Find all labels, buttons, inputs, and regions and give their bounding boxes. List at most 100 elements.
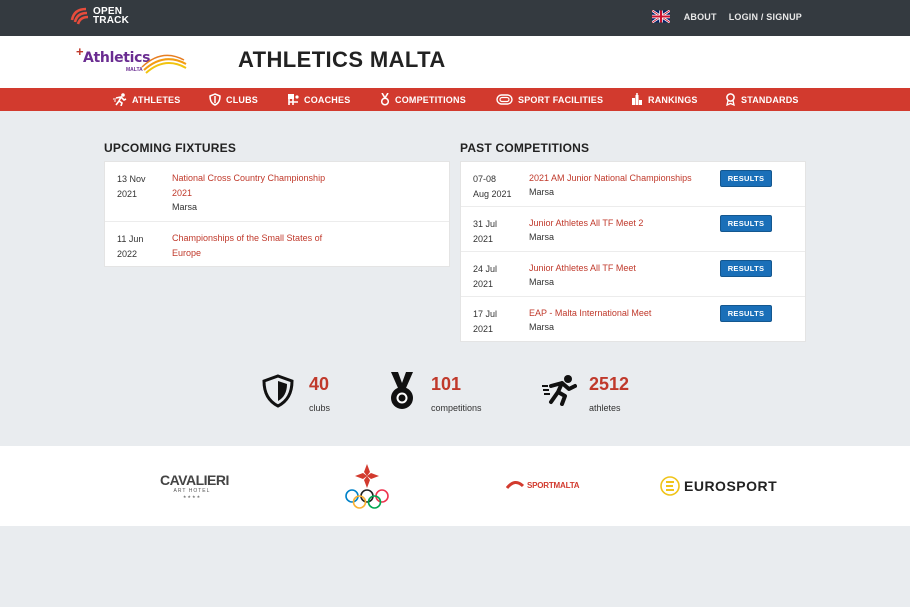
competition-date: 17 Jul 2021 <box>473 307 519 337</box>
fixture-name-line: 2021 <box>172 188 193 198</box>
page-title: ATHLETICS MALTA <box>238 47 446 72</box>
date-line: 17 Jul <box>473 309 498 319</box>
date-line: 31 Jul <box>473 219 498 229</box>
list-item: 17 Jul 2021 EAP - Malta International Me… <box>461 297 805 342</box>
competition-venue: Marsa <box>529 277 555 287</box>
olympic-committee-logo[interactable] <box>343 462 391 510</box>
eurosport-logo[interactable]: EUROSPORT <box>660 476 777 496</box>
list-item: 13 Nov 2021 National Cross Country Champ… <box>105 162 449 222</box>
date-line: 2021 <box>473 234 494 244</box>
shield-icon <box>262 374 294 408</box>
nav-label: CLUBS <box>226 94 258 105</box>
nav-label: ATHLETES <box>132 94 181 105</box>
nav-competitions[interactable]: COMPETITIONS <box>380 88 466 111</box>
sponsors-bar: CAVALIERI ART HOTEL ★★★★ SPORTMALTA EURO… <box>0 446 910 526</box>
nav-label: SPORT FACILITIES <box>518 94 604 105</box>
competition-link[interactable]: Junior Athletes All TF Meet <box>529 261 636 276</box>
results-button[interactable]: RESULTS <box>720 305 772 322</box>
results-button[interactable]: RESULTS <box>720 260 772 277</box>
top-right-menu: ABOUT LOGIN / SIGNUP <box>651 10 802 23</box>
fixture-date: 11 Jun 2022 <box>117 232 163 262</box>
athletes-count: 2512 <box>589 374 630 394</box>
list-item: 31 Jul 2021 Junior Athletes All TF Meet … <box>461 207 805 252</box>
opentrack-logo-text-2: TRACK <box>93 15 129 26</box>
site-header: + Athletics MALTA ATHLETICS MALTA <box>0 36 910 88</box>
date-line: 2021 <box>473 324 494 334</box>
competition-venue: Marsa <box>529 187 555 197</box>
clubs-count: 40 <box>309 374 330 394</box>
nav-label: COACHES <box>304 94 351 105</box>
track-arcs-icon <box>141 54 187 74</box>
fixture-name-line: National Cross Country Championship <box>172 173 326 183</box>
login-signup-link[interactable]: LOGIN / SIGNUP <box>729 12 802 22</box>
upcoming-fixtures-title: UPCOMING FIXTURES <box>104 141 237 155</box>
nav-sport-facilities[interactable]: SPORT FACILITIES <box>496 88 603 111</box>
cavalieri-stars: ★★★★ <box>182 494 202 499</box>
runner-icon <box>113 93 127 106</box>
results-button[interactable]: RESULTS <box>720 170 772 187</box>
date-line: 07-08 <box>473 174 497 184</box>
list-item: 07-08 Aug 2021 2021 AM Junior National C… <box>461 162 805 207</box>
date-line: 13 Nov <box>117 174 146 184</box>
date-line: 11 Jun <box>117 234 144 244</box>
competition-link[interactable]: EAP - Malta International Meet <box>529 306 651 321</box>
athletics-malta-logo[interactable]: + Athletics MALTA <box>76 44 188 76</box>
nav-rankings[interactable]: RANKINGS <box>631 88 698 111</box>
competition-link[interactable]: Junior Athletes All TF Meet 2 <box>529 216 643 231</box>
competition-link[interactable]: 2021 AM Junior National Championships <box>529 171 692 186</box>
eurosport-name: EUROSPORT <box>684 478 778 494</box>
medal-icon <box>391 372 413 409</box>
fixture-name-line: Europe <box>172 248 202 258</box>
date-line: 24 Jul <box>473 264 498 274</box>
nav-clubs[interactable]: CLUBS <box>209 88 258 111</box>
opentrack-logo[interactable]: OPEN TRACK <box>70 6 129 26</box>
nav-standards[interactable]: STANDARDS <box>725 88 799 111</box>
uk-flag-icon[interactable] <box>651 10 670 23</box>
date-line: 2021 <box>117 189 138 199</box>
competition-date: 31 Jul 2021 <box>473 217 519 247</box>
sportmalta-logo[interactable]: SPORTMALTA <box>506 480 580 490</box>
fixture-link[interactable]: Championships of the Small States of Eur… <box>172 231 322 261</box>
nav-coaches[interactable]: COACHES <box>287 88 350 111</box>
competitions-count: 101 <box>431 374 462 394</box>
standards-icon <box>726 93 735 106</box>
coach-icon <box>288 94 299 105</box>
about-link[interactable]: ABOUT <box>684 12 717 22</box>
fixture-name-line: Championships of the Small States of <box>172 233 323 243</box>
main-nav: ATHLETES CLUBS COACHES COMPETITIONS SPOR… <box>0 88 910 111</box>
nav-label: STANDARDS <box>741 94 799 105</box>
sportmalta-swoosh-icon <box>506 481 524 489</box>
date-line: 2022 <box>117 249 138 259</box>
upcoming-fixtures-card: 13 Nov 2021 National Cross Country Champ… <box>104 161 450 267</box>
past-competitions-card: 07-08 Aug 2021 2021 AM Junior National C… <box>460 161 806 342</box>
past-competitions-title: PAST COMPETITIONS <box>460 141 590 155</box>
competition-venue: Marsa <box>529 232 555 242</box>
competition-date: 24 Jul 2021 <box>473 262 519 292</box>
fixture-date: 13 Nov 2021 <box>117 172 163 202</box>
clubs-label: clubs <box>309 403 331 413</box>
opentrack-logo-icon <box>70 7 89 25</box>
cavalieri-logo[interactable]: CAVALIERI ART HOTEL ★★★★ <box>160 472 229 499</box>
competition-date: 07-08 Aug 2021 <box>473 172 519 202</box>
competitions-label: competitions <box>431 403 482 413</box>
athletes-label: athletes <box>589 403 621 413</box>
fixture-venue: Marsa <box>172 202 198 212</box>
nav-label: RANKINGS <box>648 94 698 105</box>
top-bar: OPEN TRACK ABOUT LOGIN / SIGNUP <box>0 0 910 36</box>
shield-icon <box>209 93 221 106</box>
list-item: 24 Jul 2021 Junior Athletes All TF Meet … <box>461 252 805 297</box>
competition-venue: Marsa <box>529 322 555 332</box>
nav-label: COMPETITIONS <box>395 94 466 105</box>
cavalieri-name: CAVALIERI <box>160 472 229 488</box>
rankings-icon <box>632 93 642 105</box>
date-line: Aug 2021 <box>473 189 512 199</box>
sportmalta-name: SPORTMALTA <box>527 480 580 490</box>
eurosport-icon <box>660 476 680 496</box>
track-icon <box>496 94 513 105</box>
date-line: 2021 <box>473 279 494 289</box>
nav-athletes[interactable]: ATHLETES <box>113 88 180 111</box>
medal-icon <box>380 93 390 106</box>
runner-icon <box>542 375 577 406</box>
fixture-link[interactable]: National Cross Country Championship 2021 <box>172 171 325 201</box>
results-button[interactable]: RESULTS <box>720 215 772 232</box>
